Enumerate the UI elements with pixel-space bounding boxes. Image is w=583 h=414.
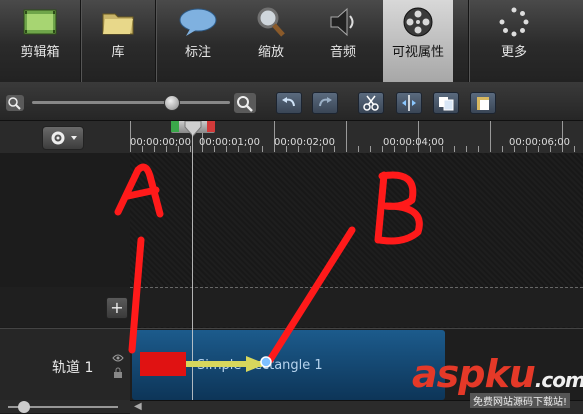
- watermark-logo: aspku.com: [412, 352, 583, 396]
- watermark-subtitle: 免费网站源码下载站!: [470, 393, 571, 408]
- annotation-strokes: [114, 163, 423, 364]
- annotation-line-a: [128, 236, 145, 354]
- keyframe-path-arrow: [186, 356, 272, 372]
- annotation-letter-b: [374, 171, 423, 245]
- keyframe-point[interactable]: [260, 356, 272, 368]
- annotation-line-b: [266, 226, 356, 364]
